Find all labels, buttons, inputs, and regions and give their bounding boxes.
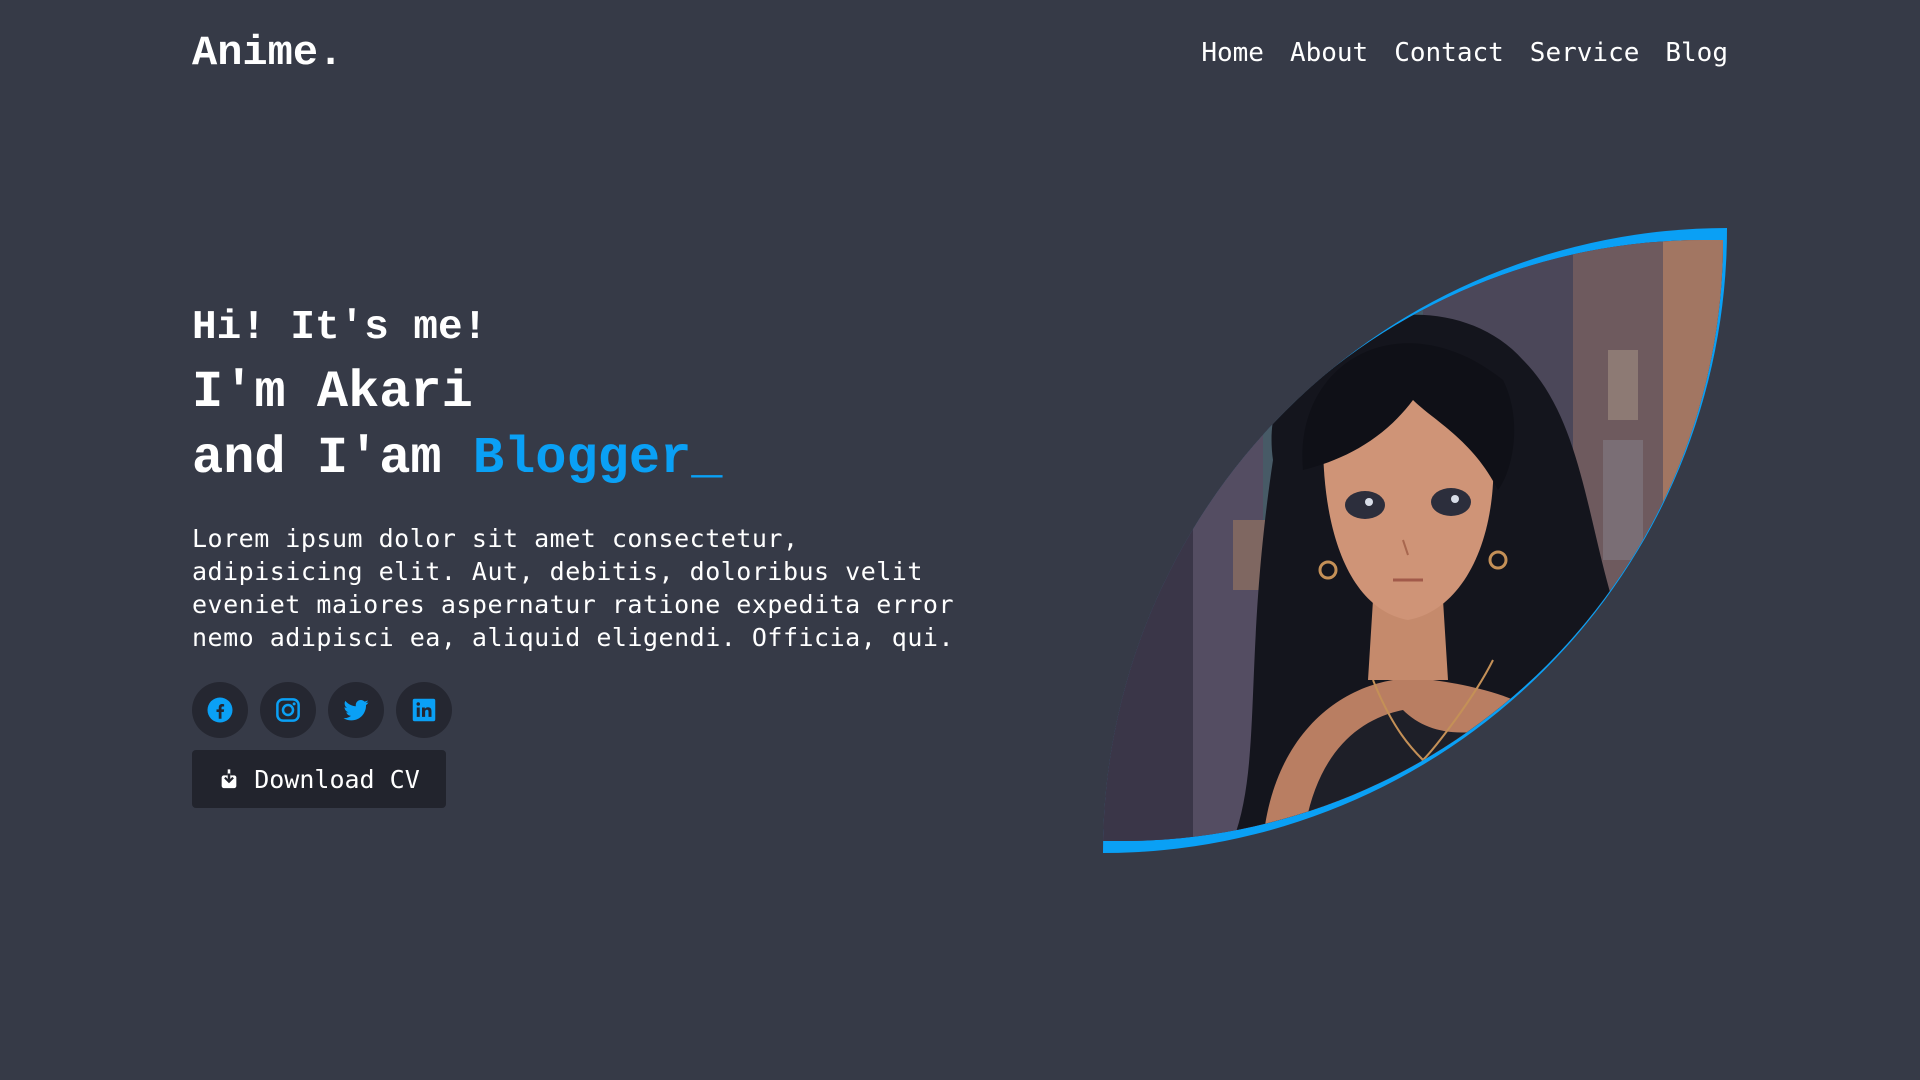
logo[interactable]: Anime.	[192, 29, 343, 77]
instagram-icon	[276, 698, 300, 722]
instagram-link[interactable]	[260, 682, 316, 738]
hero-portrait-image	[1103, 240, 1723, 841]
page: Anime. Home About Contact Service Blog H…	[0, 0, 1920, 1080]
hero-image-frame	[1103, 228, 1727, 853]
portrait-illustration	[1103, 240, 1723, 841]
nav-contact[interactable]: Contact	[1394, 38, 1504, 68]
hero-description: Lorem ipsum dolor sit amet consectetur, …	[192, 524, 955, 652]
linkedin-icon	[412, 698, 436, 722]
facebook-icon	[207, 697, 233, 723]
twitter-link[interactable]	[328, 682, 384, 738]
download-icon	[218, 768, 237, 789]
role-prefix: and I'am	[192, 429, 473, 488]
nav-service[interactable]: Service	[1530, 38, 1640, 68]
role-accent: Blogger_	[472, 429, 723, 488]
social-links	[192, 682, 992, 738]
greeting: Hi! It's me!	[192, 305, 488, 351]
header: Anime. Home About Contact Service Blog	[192, 24, 1728, 82]
nav-about[interactable]: About	[1290, 38, 1368, 68]
linkedin-link[interactable]	[396, 682, 452, 738]
download-cv-button[interactable]: Download CV	[192, 750, 446, 808]
facebook-link[interactable]	[192, 682, 248, 738]
nav-blog[interactable]: Blog	[1665, 38, 1728, 68]
nav-home[interactable]: Home	[1201, 38, 1264, 68]
hero-text: Hi! It's me! I'm Akari and I'am Blogger_…	[192, 296, 992, 808]
role-line: and I'am Blogger_	[192, 426, 992, 492]
hero-name: I'm Akari	[192, 363, 473, 422]
main-nav: Home About Contact Service Blog	[1201, 38, 1728, 68]
download-cv-label: Download CV	[254, 764, 420, 794]
twitter-icon	[343, 700, 369, 721]
